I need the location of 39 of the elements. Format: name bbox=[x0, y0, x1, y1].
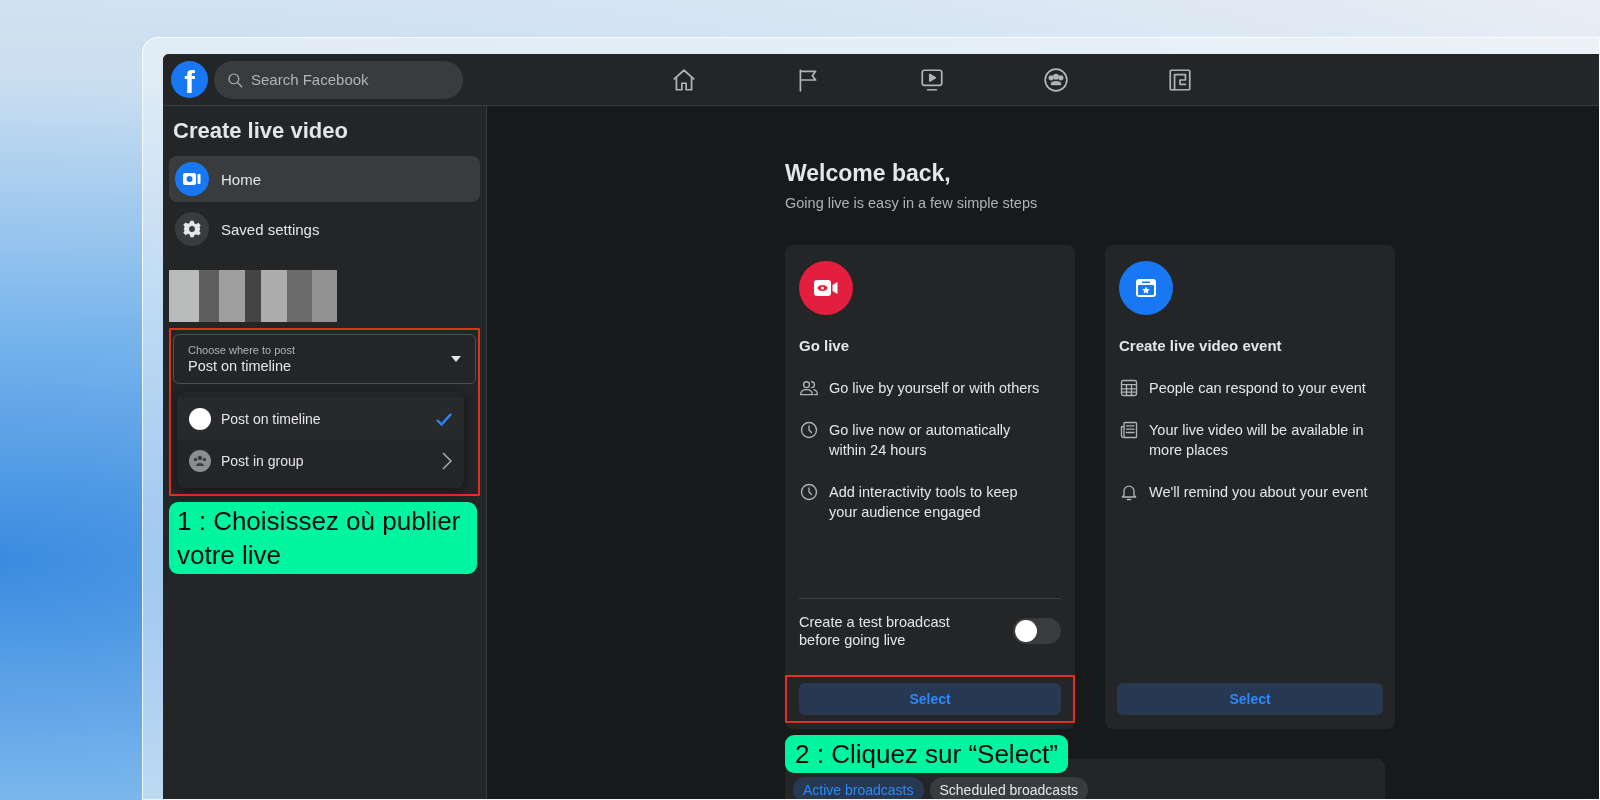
camera-icon bbox=[175, 162, 209, 196]
broadcast-tab[interactable]: Scheduled broadcasts bbox=[929, 777, 1089, 799]
page-title: Create live video bbox=[173, 118, 349, 144]
calendar-icon bbox=[1119, 378, 1139, 398]
toggle-label: Create a test broadcast before going live bbox=[799, 613, 951, 649]
feature-text: Go live by yourself or with others bbox=[829, 379, 1040, 398]
clock-icon bbox=[799, 482, 819, 502]
feature-text: Add interactivity tools to keep your audience engaged bbox=[829, 483, 1019, 522]
welcome-subtitle: Going live is easy in a few simple steps bbox=[785, 195, 1039, 211]
callout-label: 1 : Choisissez où publier votre live bbox=[169, 502, 477, 574]
gaming-icon bbox=[1167, 66, 1193, 93]
feature-text: Go live now or automatically within 24 hours bbox=[829, 421, 1012, 460]
clock-icon bbox=[799, 420, 819, 440]
group-icon bbox=[189, 450, 211, 472]
welcome-heading: Welcome back, bbox=[785, 160, 952, 187]
post-target-dropdown[interactable]: Choose where to post Post on timeline bbox=[173, 334, 476, 384]
card-title: Go live bbox=[799, 337, 851, 354]
groups-icon bbox=[1043, 66, 1069, 93]
check-icon bbox=[436, 412, 452, 426]
logo[interactable]: f bbox=[171, 61, 208, 98]
newspaper-icon bbox=[1119, 420, 1139, 440]
video-icon bbox=[919, 66, 945, 93]
feature-text: Your live video will be available in more places bbox=[1149, 421, 1365, 460]
feature-text: We'll remind you about your event bbox=[1149, 483, 1368, 502]
avatar-icon bbox=[189, 408, 211, 430]
settings-icon bbox=[175, 212, 209, 246]
sidebar-item[interactable]: Home bbox=[169, 156, 480, 202]
toggle-switch[interactable] bbox=[1013, 618, 1061, 644]
sidebar-item[interactable]: Saved settings bbox=[169, 206, 480, 252]
search-field[interactable]: Search Facebook bbox=[214, 60, 463, 99]
chevron-icon bbox=[442, 452, 452, 470]
card-title: Create live video event bbox=[1119, 337, 1283, 354]
caret-icon bbox=[451, 356, 461, 362]
video-camera-icon bbox=[799, 261, 853, 315]
people-icon bbox=[799, 378, 819, 398]
menu-option[interactable]: Post in group bbox=[177, 440, 464, 482]
callout-label: 2 : Cliquez sur “Select” bbox=[785, 735, 1068, 773]
feature-text: People can respond to your event bbox=[1149, 379, 1366, 398]
menu-option[interactable]: Post on timeline bbox=[177, 398, 464, 440]
